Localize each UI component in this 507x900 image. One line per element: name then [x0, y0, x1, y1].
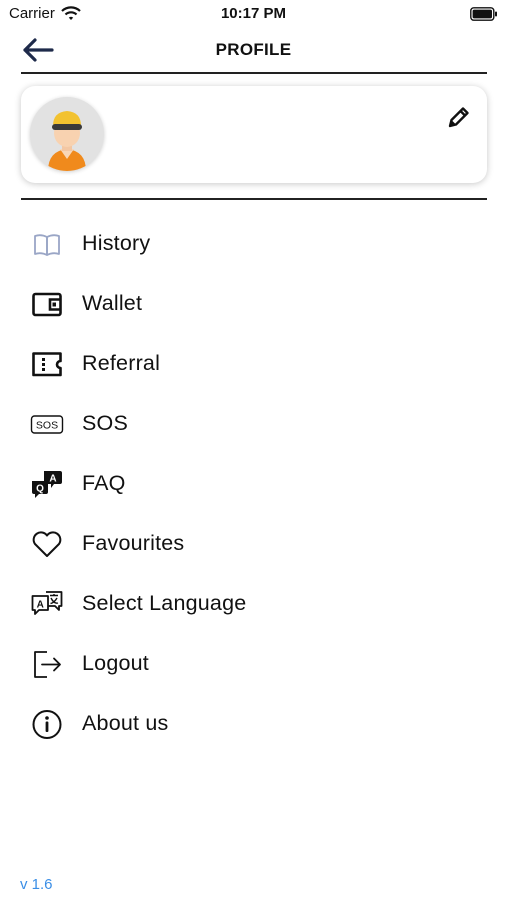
menu-item-history[interactable]: History — [20, 215, 487, 271]
clock: 10:17 PM — [220, 5, 287, 22]
edit-profile-button[interactable] — [446, 104, 472, 130]
language-a-text: A — [37, 600, 44, 611]
menu-item-faq[interactable]: A Q FAQ — [20, 455, 487, 511]
info-icon — [30, 707, 64, 741]
faq-q-text: Q — [36, 484, 44, 495]
driver-avatar-icon — [30, 97, 104, 171]
menu-item-label: Logout — [82, 651, 149, 675]
wallet-icon — [30, 287, 64, 321]
logout-icon — [30, 647, 64, 681]
menu-item-sos[interactable]: SOS SOS — [20, 395, 487, 451]
avatar[interactable] — [30, 97, 104, 171]
language-icon: A — [30, 587, 64, 621]
faq-icon: A Q — [30, 467, 64, 501]
book-icon — [30, 227, 64, 261]
app-version: v 1.6 — [20, 876, 53, 893]
menu-item-select-language[interactable]: A Select Language — [20, 575, 487, 631]
menu-item-referral[interactable]: Referral — [20, 335, 487, 391]
page-title: PROFILE — [215, 40, 292, 59]
sos-icon-text: SOS — [36, 420, 58, 432]
menu-item-favourites[interactable]: Favourites — [20, 515, 487, 571]
pencil-icon — [448, 107, 469, 128]
profile-card — [21, 86, 487, 183]
header-divider — [21, 72, 487, 74]
battery-icon — [470, 7, 498, 21]
menu-item-wallet[interactable]: Wallet — [20, 275, 487, 331]
menu-item-label: History — [82, 231, 151, 255]
heart-icon — [30, 527, 64, 561]
ticket-icon — [30, 347, 64, 381]
menu-item-about-us[interactable]: About us — [20, 695, 487, 751]
menu-item-label: Favourites — [82, 531, 185, 555]
menu-item-label: Wallet — [82, 291, 143, 315]
menu-item-logout[interactable]: Logout — [20, 635, 487, 691]
header: PROFILE — [0, 28, 507, 74]
profile-divider — [21, 198, 487, 200]
menu-item-label: Select Language — [82, 591, 247, 615]
menu-item-label: About us — [82, 711, 169, 735]
faq-a-text: A — [49, 474, 56, 485]
status-bar: Carrier 10:17 PM — [0, 0, 507, 28]
menu-item-label: FAQ — [82, 471, 126, 495]
menu-item-label: SOS — [82, 411, 129, 435]
sos-icon: SOS — [30, 407, 64, 441]
menu-item-label: Referral — [82, 351, 161, 375]
